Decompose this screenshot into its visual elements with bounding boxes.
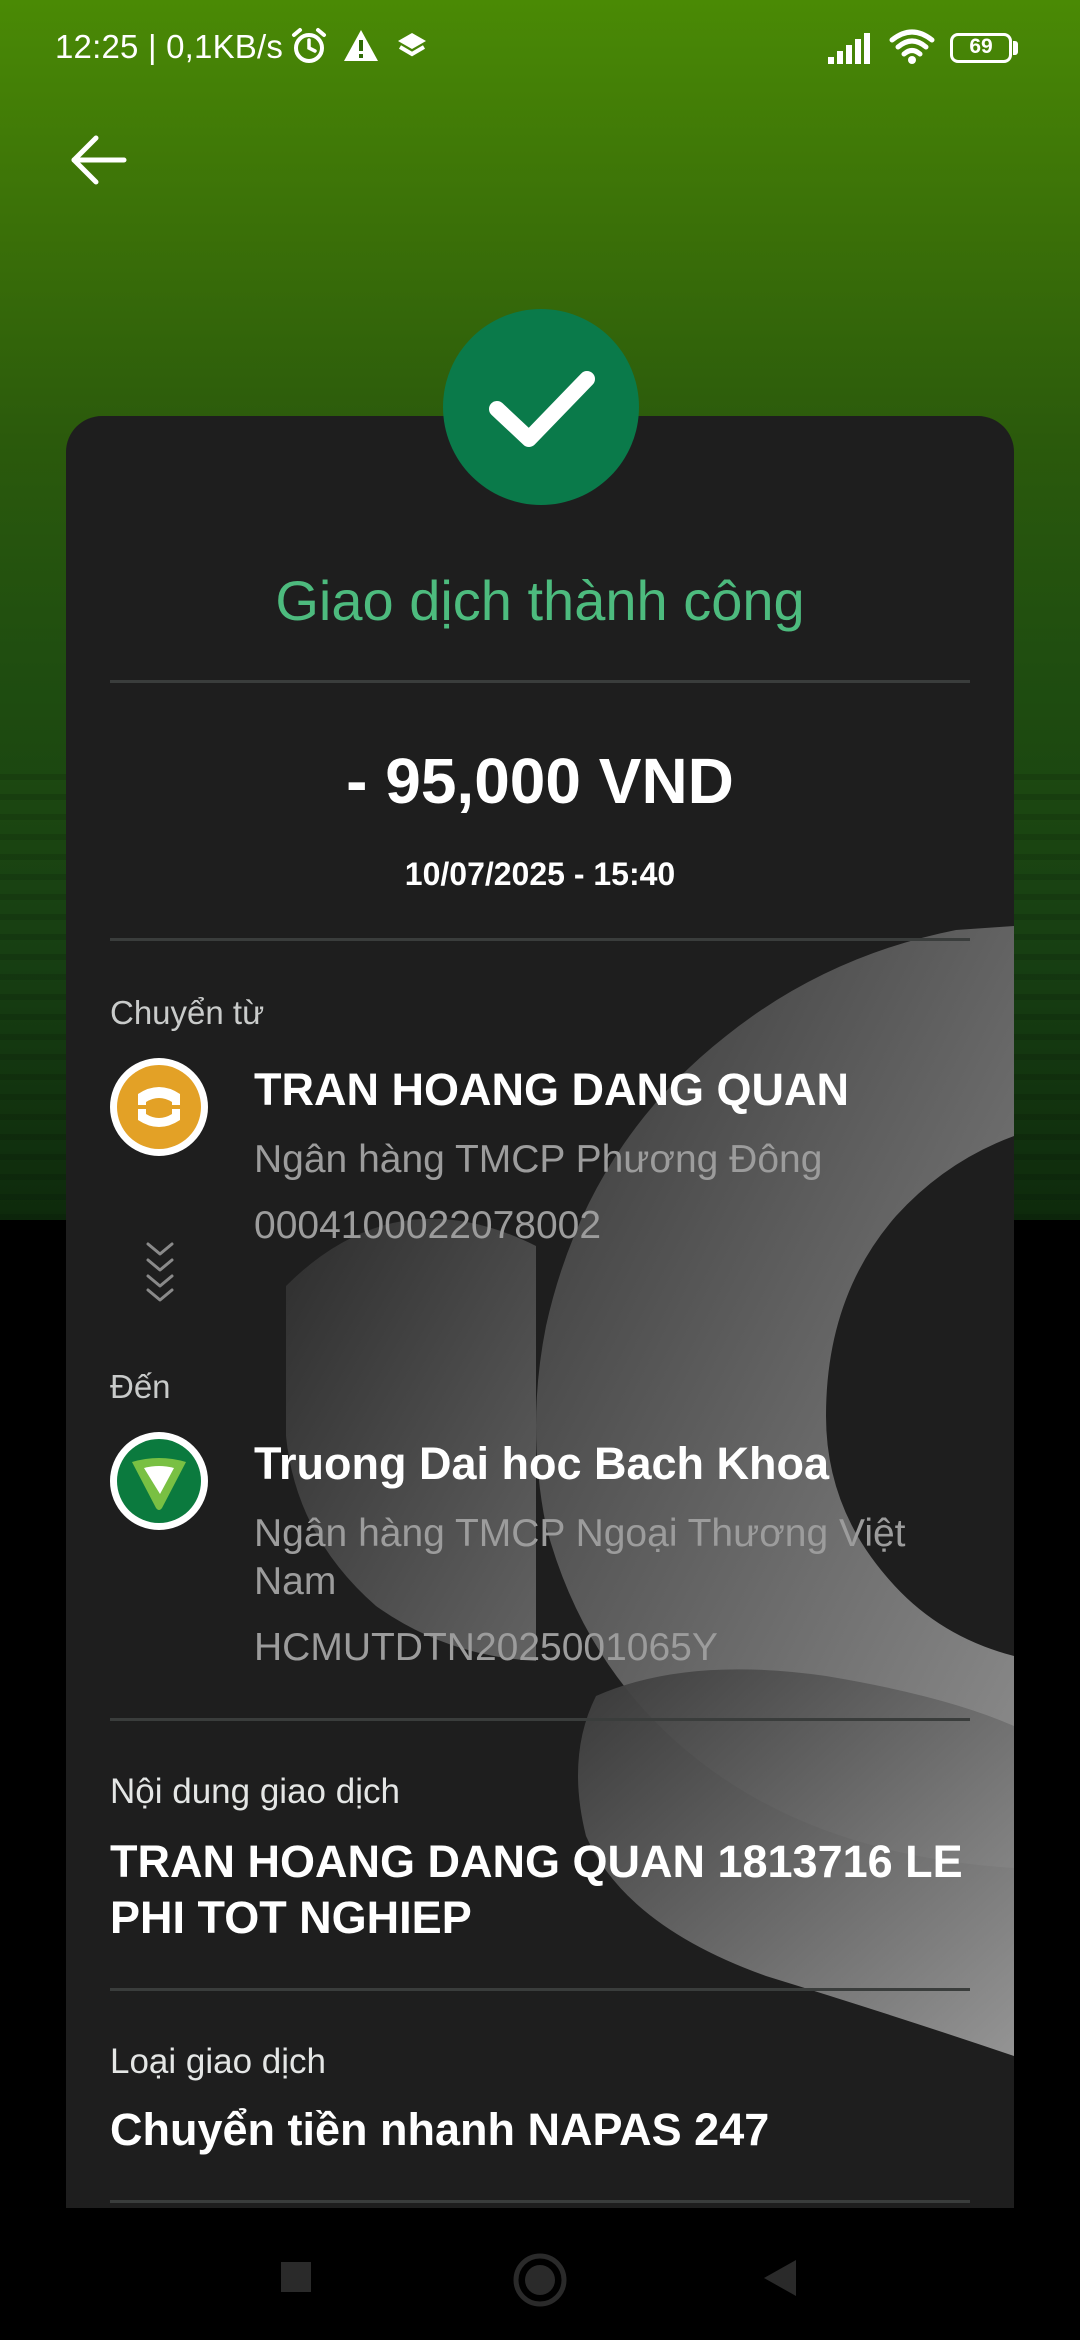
battery-tip [1013, 41, 1018, 55]
recent-apps-button[interactable] [281, 2262, 311, 2292]
sender-name: TRAN HOANG DANG QUAN [254, 1064, 849, 1115]
type-label: Loại giao dịch [110, 2042, 326, 2081]
divider [110, 680, 970, 683]
home-button[interactable] [512, 2252, 568, 2308]
checkmark-icon [489, 371, 595, 447]
alarm-icon [292, 28, 326, 63]
success-badge [443, 309, 639, 505]
divider [110, 2200, 970, 2203]
divider [110, 1988, 970, 1991]
signal-icon [828, 33, 870, 64]
receiver-bank: Ngân hàng TMCP Ngoại Thương Việt Nam [254, 1512, 906, 1603]
sender-bank: Ngân hàng TMCP Phương Đông [254, 1138, 823, 1181]
layers-icon [398, 33, 426, 57]
screen: 12:25 | 0,1KB/s 69 Giao dịch thành công … [0, 0, 1080, 2340]
transaction-status-title: Giao dịch thành công [275, 569, 805, 632]
battery-icon: 69 [950, 33, 1012, 63]
content-value: TRAN HOANG DANG QUAN 1813716 LE PHI TOT … [110, 1836, 963, 1943]
divider [110, 938, 970, 941]
from-label: Chuyển từ [110, 994, 265, 1031]
content-label: Nội dung giao dịch [110, 1772, 400, 1811]
vietcombank-logo-icon [117, 1439, 201, 1523]
status-bar: 12:25 | 0,1KB/s 69 [0, 0, 1080, 96]
system-nav-bar [0, 2208, 1080, 2340]
battery-level: 69 [969, 35, 993, 58]
receiver-name: Truong Dai hoc Bach Khoa [254, 1438, 830, 1489]
receiver-account: HCMUTDTN2025001065Y [254, 1626, 718, 1669]
transaction-datetime: 10/07/2025 - 15:40 [404, 856, 676, 892]
status-time: 12:25 | 0,1KB/s [55, 28, 284, 65]
to-label: Đến [110, 1368, 171, 1405]
warning-icon [344, 30, 378, 61]
divider [110, 1718, 970, 1721]
type-value: Chuyển tiền nhanh NAPAS 247 [110, 2104, 770, 2155]
chevrons-down-icon [146, 1242, 174, 1302]
ocb-logo-icon [117, 1065, 201, 1149]
wifi-icon [889, 29, 935, 64]
sender-bank-logo [110, 1058, 208, 1156]
back-button[interactable] [66, 130, 132, 190]
sender-account: 0004100022078002 [254, 1204, 602, 1247]
back-nav-button[interactable] [762, 2258, 798, 2298]
transaction-amount: - 95,000 VND [346, 745, 734, 817]
arrow-left-icon [71, 135, 127, 185]
receiver-bank-logo [110, 1432, 208, 1530]
